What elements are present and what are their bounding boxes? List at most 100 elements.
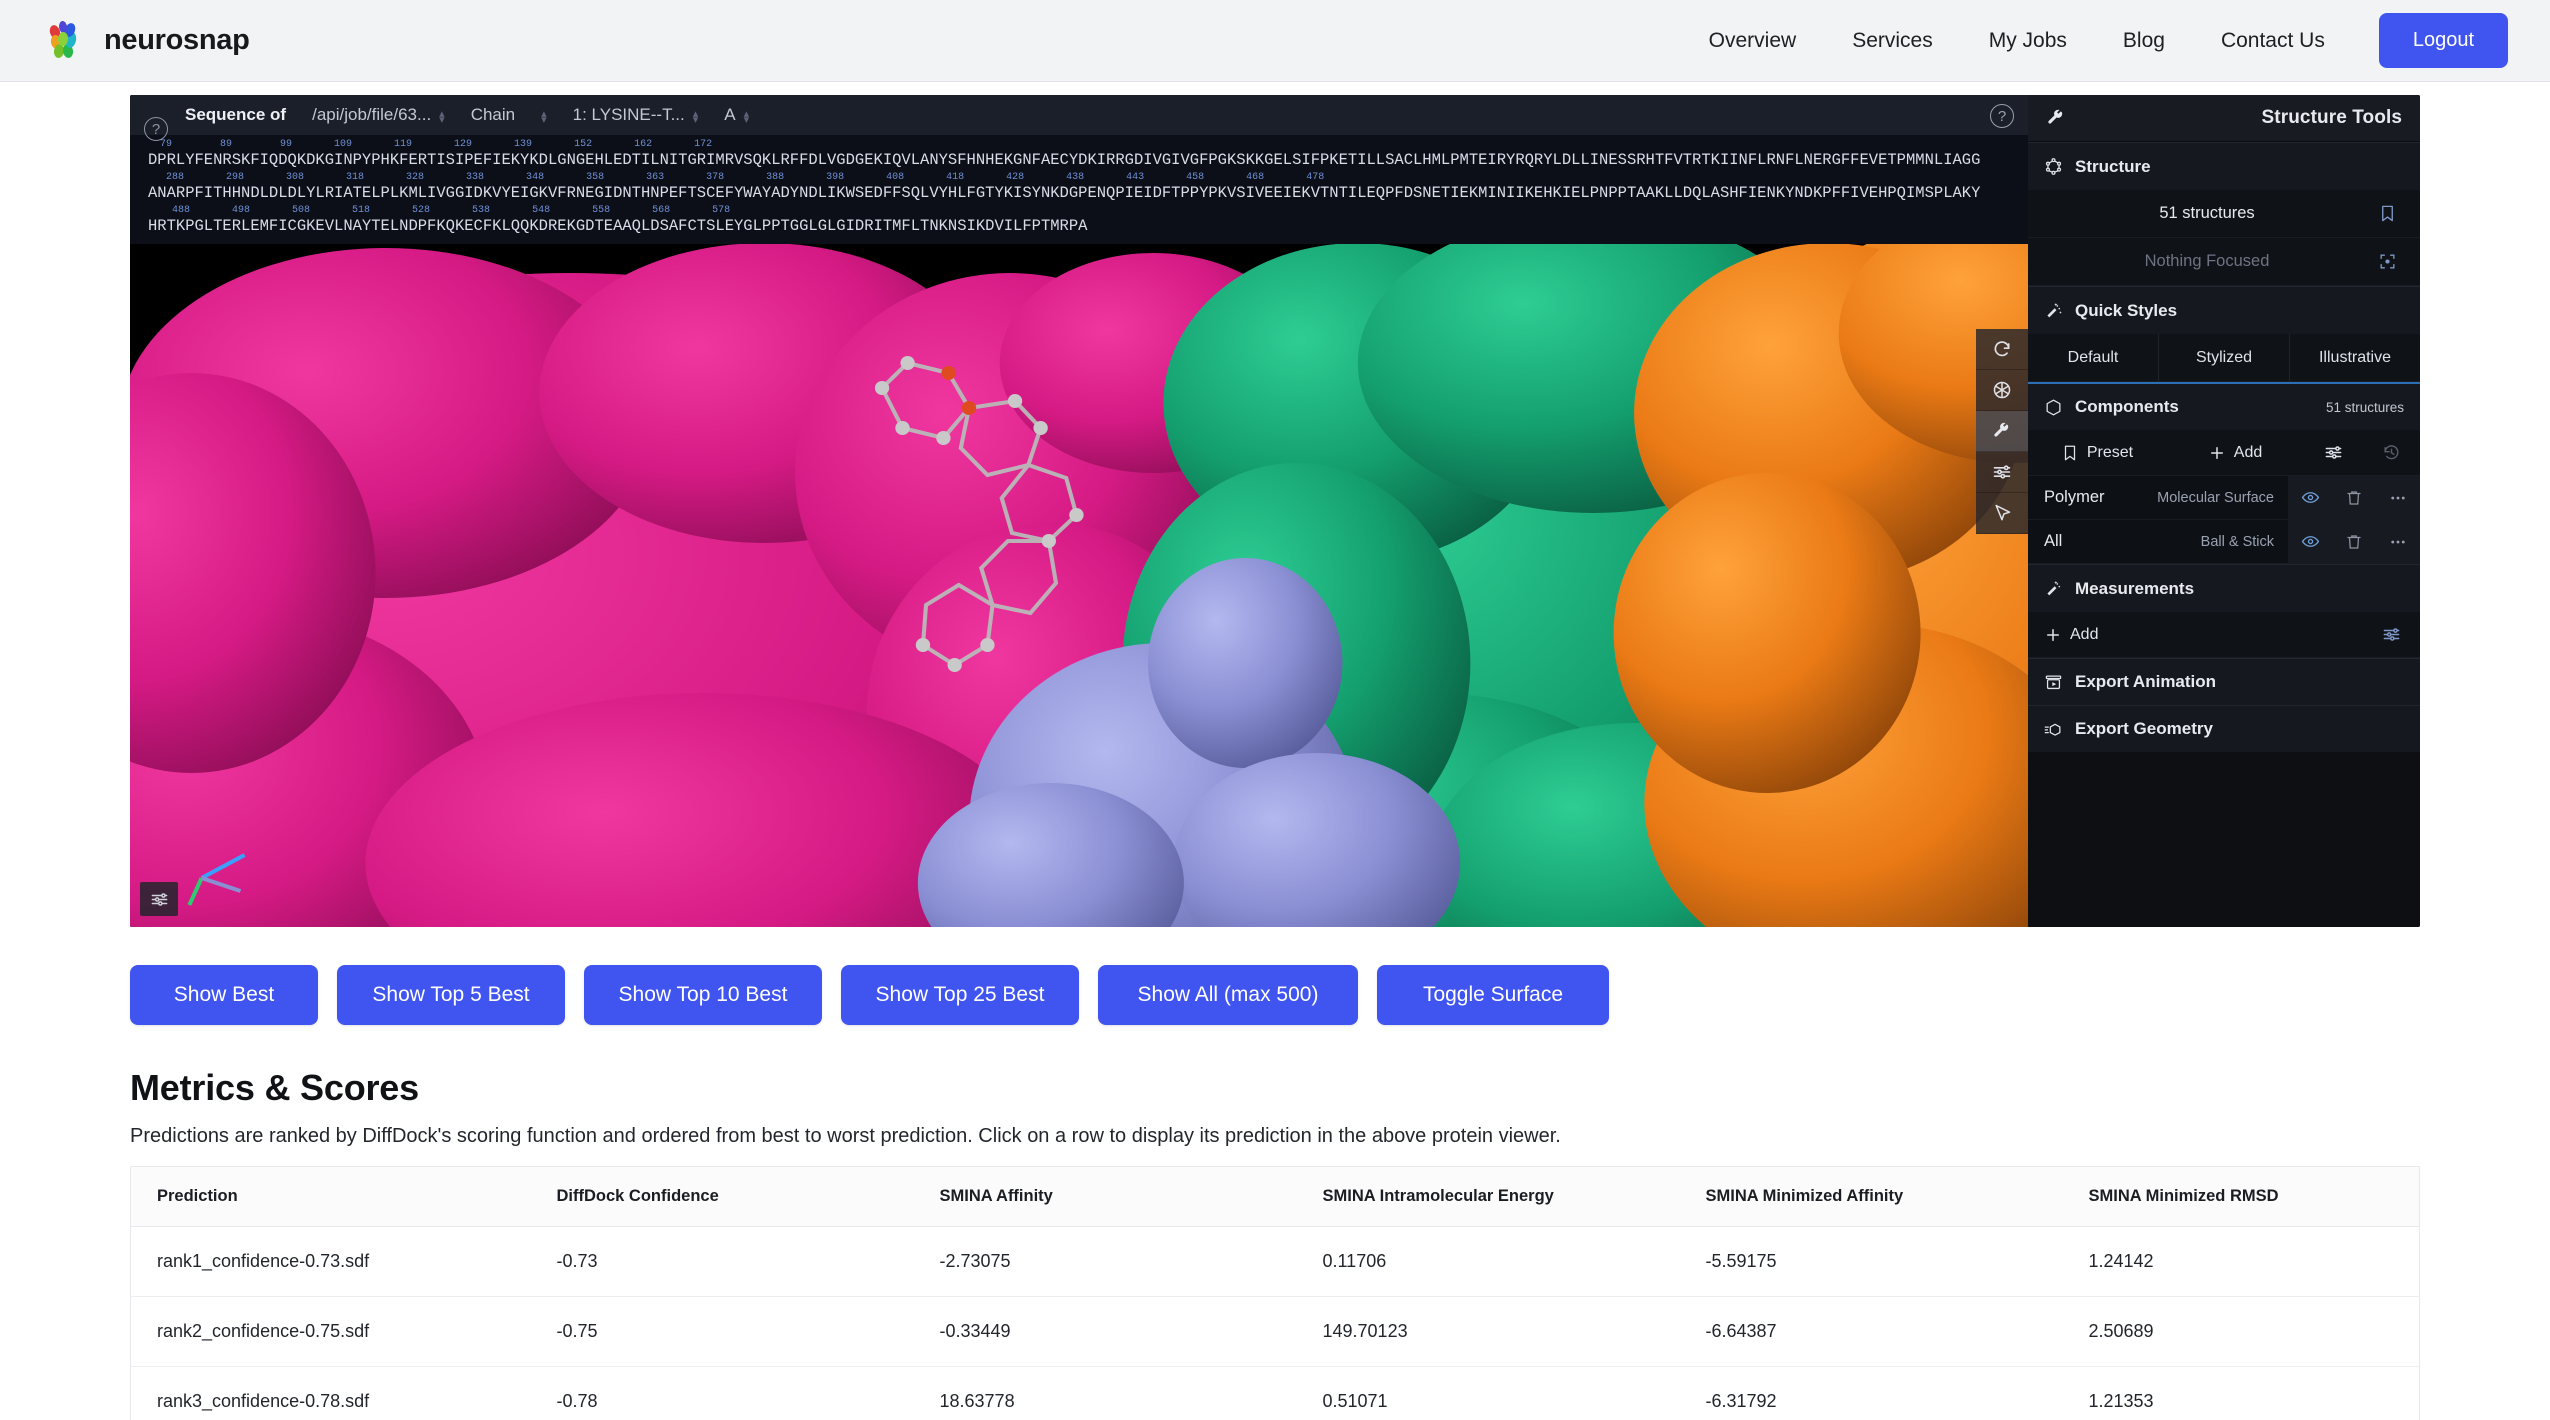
trash-icon[interactable] bbox=[2332, 475, 2376, 520]
nav-link-contact-us[interactable]: Contact Us bbox=[2193, 19, 2353, 63]
component-row-polymer[interactable]: Polymer Molecular Surface bbox=[2028, 475, 2420, 520]
brand[interactable]: neurosnap bbox=[42, 18, 250, 64]
chain-select[interactable]: A bbox=[724, 105, 735, 125]
cell-smina-minimized-affinity: -5.59175 bbox=[1679, 1226, 2063, 1297]
table-row[interactable]: rank2_confidence-0.75.sdf -0.75 -0.33449… bbox=[130, 1296, 2420, 1367]
structure-3d-canvas[interactable] bbox=[130, 243, 2028, 927]
focus-status: Nothing Focused bbox=[2144, 252, 2270, 270]
sliders-settings-icon[interactable] bbox=[1976, 452, 2028, 493]
components-settings-button[interactable] bbox=[2304, 443, 2362, 462]
cursor-select-icon[interactable] bbox=[1976, 493, 2028, 534]
ellipsis-icon[interactable] bbox=[2376, 475, 2420, 520]
trash-icon[interactable] bbox=[2332, 519, 2376, 564]
show-best-button[interactable]: Show Best bbox=[130, 965, 318, 1025]
measurements-actions: Add bbox=[2028, 612, 2420, 658]
section-structure[interactable]: Structure bbox=[2028, 142, 2420, 190]
component-name: All bbox=[2044, 532, 2063, 550]
components-add-button[interactable]: Add bbox=[2166, 444, 2304, 462]
quick-style-default[interactable]: Default bbox=[2028, 334, 2159, 381]
cell-smina-minimized-rmsd: 1.24142 bbox=[2062, 1226, 2420, 1297]
table-row[interactable]: rank1_confidence-0.73.sdf -0.73 -2.73075… bbox=[130, 1226, 2420, 1297]
components-history-button[interactable] bbox=[2362, 443, 2420, 462]
section-measurements[interactable]: Measurements bbox=[2028, 564, 2420, 612]
cell-prediction: rank3_confidence-0.78.sdf bbox=[130, 1366, 531, 1420]
plus-icon bbox=[2044, 626, 2062, 644]
cell-smina-minimized-rmsd: 1.21353 bbox=[2062, 1366, 2420, 1420]
section-components[interactable]: Components 51 structures bbox=[2028, 382, 2420, 430]
cell-smina-minimized-affinity: -6.31792 bbox=[1679, 1366, 2063, 1420]
toggle-surface-button[interactable]: Toggle Surface bbox=[1377, 965, 1609, 1025]
component-representation[interactable]: Molecular Surface bbox=[2157, 490, 2274, 506]
sliders-settings-icon bbox=[2382, 625, 2401, 644]
components-preset-button[interactable]: Preset bbox=[2028, 444, 2166, 462]
neurosnap-logo-icon bbox=[42, 18, 88, 64]
quick-style-stylized[interactable]: Stylized bbox=[2159, 334, 2290, 381]
structure-count: 51 structures bbox=[2159, 204, 2255, 222]
chevron-updown-icon[interactable]: ▴ ▾ bbox=[439, 109, 445, 126]
sequence-residues[interactable]: ANARPFITHHNDLDLDLYLRIATELPLKMLIVGGIDKVYE… bbox=[148, 184, 2028, 203]
viewer-settings-button[interactable] bbox=[140, 882, 178, 916]
sequence-line[interactable]: 288 298 308 318 328 338 348 358 363 378 … bbox=[130, 172, 2028, 205]
sequence-numbers: 488 498 508 518 528 538 548 558 568 578 bbox=[148, 205, 731, 216]
sequence-display[interactable]: 79 89 99 109 119 129 139 152 162 172 DPR… bbox=[130, 135, 2028, 244]
help-circle-icon[interactable]: ? bbox=[144, 117, 168, 141]
sequence-residues[interactable]: HRTKPGLTERLEMFICGKEVLNAYTELNDPFKQKECFKLQ… bbox=[148, 217, 2028, 236]
logout-button[interactable]: Logout bbox=[2378, 13, 2508, 68]
eye-icon[interactable] bbox=[2288, 475, 2332, 520]
metrics-table: Prediction DiffDock Confidence SMINA Aff… bbox=[130, 1166, 2420, 1420]
sequence-file-select[interactable]: /api/job/file/63... bbox=[312, 105, 431, 125]
component-row-all[interactable]: All Ball & Stick bbox=[2028, 519, 2420, 564]
wrench-tools-icon[interactable] bbox=[1976, 411, 2028, 452]
section-quick-styles[interactable]: Quick Styles bbox=[2028, 286, 2420, 334]
show-all-button[interactable]: Show All (max 500) bbox=[1098, 965, 1358, 1025]
sliders-settings-icon bbox=[150, 890, 169, 909]
nav-link-my-jobs[interactable]: My Jobs bbox=[1961, 19, 2095, 63]
table-header-row: Prediction DiffDock Confidence SMINA Aff… bbox=[130, 1166, 2420, 1227]
focus-target-icon[interactable] bbox=[2370, 245, 2404, 279]
export-animation-row[interactable]: Export Animation bbox=[2028, 658, 2420, 705]
sequence-bar: ? Sequence of /api/job/file/63... ▴ ▾ Cha… bbox=[130, 95, 2028, 141]
show-top-10-best-button[interactable]: Show Top 10 Best bbox=[584, 965, 822, 1025]
component-representation[interactable]: Ball & Stick bbox=[2201, 534, 2274, 550]
entity-select[interactable]: 1: LYSINE--T... bbox=[573, 105, 685, 125]
bookmark-icon[interactable] bbox=[2370, 197, 2404, 231]
panel-title: Structure Tools bbox=[2261, 107, 2402, 128]
chevron-updown-icon-4[interactable]: ▴ ▾ bbox=[744, 109, 750, 126]
magic-wand-icon bbox=[2044, 301, 2063, 320]
reset-camera-icon[interactable] bbox=[1976, 329, 2028, 370]
plus-icon bbox=[2208, 444, 2226, 462]
page-content: ? Sequence of /api/job/file/63... ▴ ▾ Cha… bbox=[0, 95, 2550, 1420]
nav-link-services[interactable]: Services bbox=[1824, 19, 1961, 63]
aperture-screenshot-icon[interactable] bbox=[1976, 370, 2028, 411]
sequence-numbers: 79 89 99 109 119 129 139 152 162 172 bbox=[148, 139, 713, 150]
nav-link-blog[interactable]: Blog bbox=[2095, 19, 2193, 63]
nav-link-overview[interactable]: Overview bbox=[1681, 19, 1825, 63]
column-smina-intramolecular-energy: SMINA Intramolecular Energy bbox=[1296, 1166, 1680, 1227]
measurements-add-button[interactable]: Add bbox=[2028, 626, 2362, 644]
molecular-viewer: ? Sequence of /api/job/file/63... ▴ ▾ Cha… bbox=[130, 95, 2420, 927]
ellipsis-icon[interactable] bbox=[2376, 519, 2420, 564]
chevron-updown-icon-3[interactable]: ▴ ▾ bbox=[693, 109, 699, 126]
chevron-updown-icon-2[interactable]: ▴ ▾ bbox=[541, 109, 547, 126]
viewer-canvas-area[interactable]: ? Sequence of /api/job/file/63... ▴ ▾ Cha… bbox=[130, 95, 2028, 927]
metrics-table-body: rank1_confidence-0.73.sdf -0.73 -2.73075… bbox=[130, 1226, 2420, 1420]
cell-smina-minimized-rmsd: 2.50689 bbox=[2062, 1296, 2420, 1367]
structure-count-row[interactable]: 51 structures bbox=[2028, 190, 2420, 238]
sequence-help-icon[interactable]: ? bbox=[1990, 104, 2014, 128]
quick-style-illustrative[interactable]: Illustrative bbox=[2290, 334, 2420, 381]
show-top-5-best-button[interactable]: Show Top 5 Best bbox=[337, 965, 565, 1025]
table-row[interactable]: rank3_confidence-0.78.sdf -0.78 18.63778… bbox=[130, 1366, 2420, 1420]
sequence-line[interactable]: 488 498 508 518 528 538 548 558 568 578 … bbox=[130, 205, 2028, 238]
column-smina-minimized-affinity: SMINA Minimized Affinity bbox=[1679, 1166, 2063, 1227]
show-top-25-best-button[interactable]: Show Top 25 Best bbox=[841, 965, 1079, 1025]
structure-focus-row[interactable]: Nothing Focused bbox=[2028, 238, 2420, 286]
export-geometry-row[interactable]: Export Geometry bbox=[2028, 705, 2420, 752]
sequence-line[interactable]: 79 89 99 109 119 129 139 152 162 172 DPR… bbox=[130, 139, 2028, 172]
column-prediction: Prediction bbox=[130, 1166, 531, 1227]
cell-smina-minimized-affinity: -6.64387 bbox=[1679, 1296, 2063, 1367]
components-preset-label: Preset bbox=[2086, 443, 2134, 461]
measurements-settings-button[interactable] bbox=[2362, 625, 2420, 644]
eye-icon[interactable] bbox=[2288, 519, 2332, 564]
sequence-residues[interactable]: DPRLYFENRSKFIQDQKDKGINPYPHKFERTISIPEFIEK… bbox=[148, 151, 2028, 170]
viewer-toolbar bbox=[1976, 329, 2028, 534]
